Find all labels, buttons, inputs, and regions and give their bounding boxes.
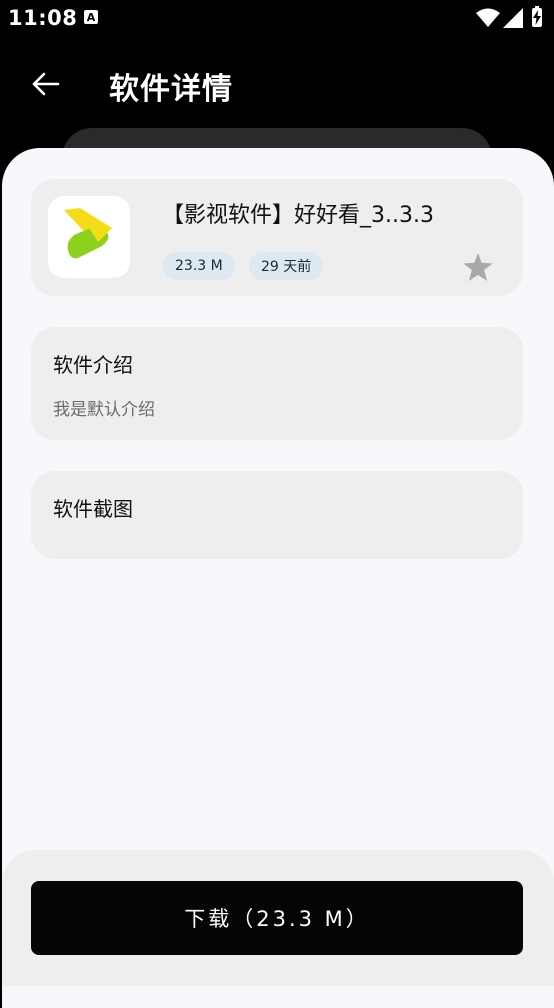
star-icon — [463, 253, 493, 281]
intro-description: 我是默认介绍 — [53, 400, 155, 420]
app-icon — [48, 196, 130, 278]
app-name: 【影视软件】好好看_3..3.3 — [162, 203, 434, 228]
page-title: 软件详情 — [109, 72, 233, 107]
size-badge: 23.3 M — [163, 252, 235, 280]
back-button[interactable] — [28, 66, 64, 102]
intro-card: 软件介绍 我是默认介绍 — [31, 327, 523, 440]
status-bar: 11:08 A — [0, 0, 554, 38]
status-time: 11:08 — [8, 6, 78, 30]
notification-a-icon: A — [84, 10, 98, 24]
battery-charging-icon — [532, 6, 542, 27]
arrow-left-icon — [32, 72, 60, 96]
app-bar: 软件详情 — [0, 38, 554, 130]
screenshots-card: 软件截图 — [31, 471, 523, 559]
favorite-button[interactable] — [460, 249, 496, 285]
download-button[interactable]: 下载（23.3 M） — [31, 881, 523, 955]
screenshots-title: 软件截图 — [53, 497, 133, 521]
signal-icon — [503, 8, 523, 28]
app-info-card: 【影视软件】好好看_3..3.3 23.3 M 29 天前 — [31, 179, 523, 296]
wifi-icon — [476, 8, 500, 27]
intro-title: 软件介绍 — [53, 353, 133, 377]
updated-badge: 29 天前 — [249, 252, 324, 280]
app-logo-icon — [64, 208, 112, 259]
